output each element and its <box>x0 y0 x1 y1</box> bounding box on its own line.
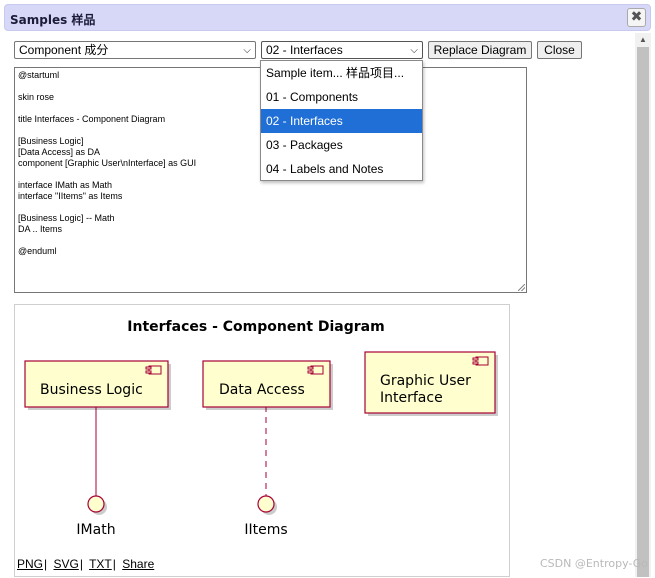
dialog-titlebar: Samples 样品 ✖ <box>4 4 651 31</box>
scroll-up-arrow-icon[interactable]: ▲ <box>635 33 651 47</box>
export-links: PNG| SVG| TXT| Share <box>17 557 155 571</box>
dropdown-item-interfaces[interactable]: 02 - Interfaces <box>261 109 422 133</box>
component-diagram: Interfaces - Component Diagram Business … <box>24 319 498 538</box>
component-label-line1: Graphic User <box>380 373 471 389</box>
replace-diagram-button[interactable]: Replace Diagram <box>428 41 532 59</box>
diagram-title: Interfaces - Component Diagram <box>127 319 384 335</box>
png-link[interactable]: PNG <box>17 557 43 571</box>
share-link[interactable]: Share <box>122 557 154 571</box>
interface-iitems[interactable]: IItems <box>244 495 288 538</box>
txt-link[interactable]: TXT <box>89 557 112 571</box>
scrollbar-thumb[interactable] <box>637 47 649 577</box>
category-select-value: Component 成分 <box>19 43 109 57</box>
chevron-down-icon: ⌵ <box>243 45 251 56</box>
sample-select-value: 02 - Interfaces <box>266 43 343 57</box>
component-data-access[interactable]: Data Access <box>202 360 333 410</box>
interface-label: IMath <box>76 522 115 538</box>
component-label: Business Logic <box>40 382 143 398</box>
svg-link[interactable]: SVG <box>53 557 78 571</box>
vertical-scrollbar[interactable]: ▲ <box>635 33 651 577</box>
component-graphic-user-interface[interactable]: Graphic User Interface <box>364 351 498 416</box>
chevron-down-icon: ⌵ <box>410 45 418 56</box>
diagram-preview: Interfaces - Component Diagram Business … <box>14 304 510 577</box>
resize-grip-icon[interactable] <box>518 284 525 291</box>
component-label: Data Access <box>219 382 305 398</box>
sample-select[interactable]: 02 - Interfaces ⌵ <box>261 41 423 59</box>
component-business-logic[interactable]: Business Logic <box>24 360 171 410</box>
dropdown-item-placeholder[interactable]: Sample item... 样品项目... <box>261 61 422 85</box>
component-label-line2: Interface <box>380 390 443 406</box>
watermark: CSDN @Entropy-Go <box>540 557 649 570</box>
sample-dropdown-list: Sample item... 样品项目... 01 - Components 0… <box>260 60 423 181</box>
category-select[interactable]: Component 成分 ⌵ <box>14 41 256 59</box>
dialog-title: Samples 样品 <box>10 13 96 27</box>
dropdown-item-packages[interactable]: 03 - Packages <box>261 133 422 157</box>
dropdown-item-components[interactable]: 01 - Components <box>261 85 422 109</box>
interface-imath[interactable]: IMath <box>76 495 116 538</box>
dropdown-item-labels-notes[interactable]: 04 - Labels and Notes <box>261 157 422 181</box>
close-button[interactable]: Close <box>537 41 582 59</box>
editor-text: @startuml skin rose title Interfaces - C… <box>18 70 197 256</box>
interface-label: IItems <box>244 522 287 538</box>
close-icon[interactable]: ✖ <box>627 8 646 27</box>
